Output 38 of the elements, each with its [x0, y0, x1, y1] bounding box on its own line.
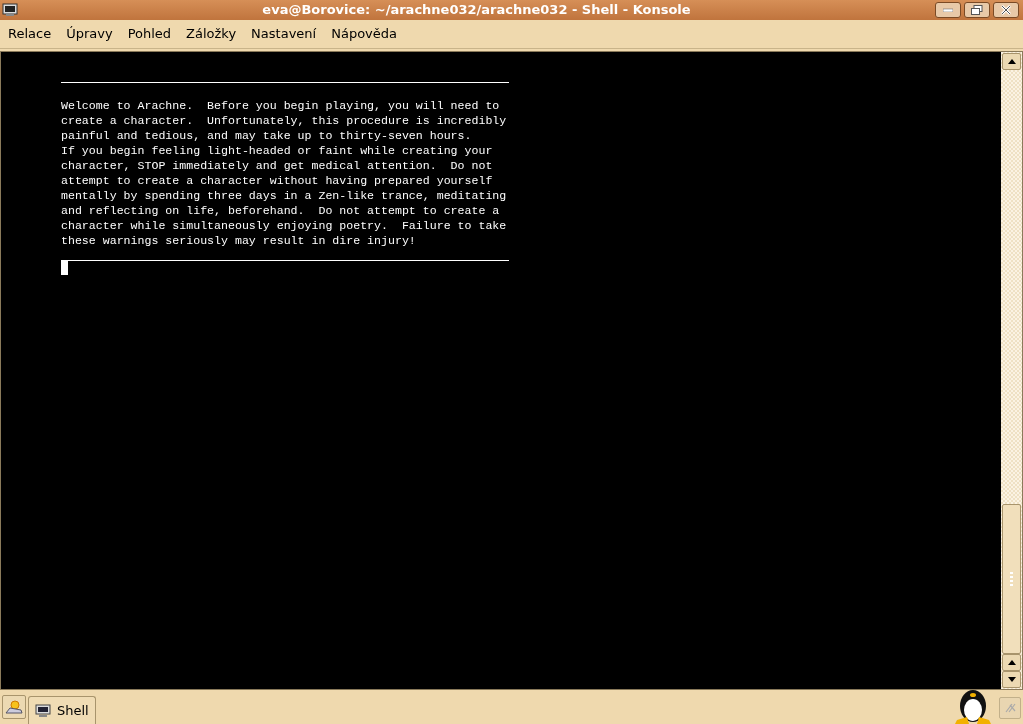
terminal-line: these warnings seriously may result in dire injury! [61, 233, 417, 248]
up-arrow-icon [1007, 59, 1016, 64]
grip-icon [1010, 572, 1013, 586]
terminal-line: attempt to create a character without having prepared yourself [61, 173, 494, 188]
terminal-line: character, STOP immediately and get medical attention. Do not [61, 158, 494, 173]
sun-icon [5, 699, 23, 715]
close-button[interactable] [993, 2, 1019, 18]
session-tab[interactable]: Shell [28, 696, 96, 724]
close-tab-icon [1004, 703, 1016, 713]
menu-item[interactable]: Relace [2, 23, 58, 45]
terminal-line: character while simultaneously enjoying poetry. Failure to take [61, 218, 508, 233]
new-session-button[interactable] [2, 695, 26, 719]
terminal-line: Welcome to Arachne. Before you begin playing, you will need to [61, 98, 501, 113]
menu-item[interactable]: Pohled [121, 23, 178, 45]
menu-item[interactable]: Úpravy [60, 23, 119, 45]
close-icon [1001, 5, 1011, 15]
up-arrow-icon [1007, 660, 1016, 665]
scrollbar-thumb[interactable] [1002, 504, 1021, 654]
terminal-line: create a character. Unfortunately, this procedure is incredibly [61, 113, 508, 128]
terminal-line: painful and tedious, and may take up to thirty-seven hours. [61, 128, 473, 143]
cursor [61, 260, 68, 275]
menu-item[interactable]: Nastavení [245, 23, 323, 45]
maximize-button[interactable] [964, 2, 990, 18]
menu-item[interactable]: Nápověda [325, 23, 403, 45]
scroll-down-button[interactable] [1002, 671, 1021, 688]
minimize-icon [943, 8, 953, 12]
scroll-up-button[interactable] [1002, 53, 1021, 70]
maximize-icon [971, 5, 983, 15]
menu-item[interactable]: Záložky [180, 23, 243, 45]
scroll-up-button[interactable] [1002, 654, 1021, 671]
terminal-line: mentally by spending three days in a Zen-like trance, meditating [61, 188, 508, 203]
down-arrow-icon [1007, 677, 1016, 682]
terminal-line: If you begin feeling light-headed or faint while creating your [61, 143, 494, 158]
window-title: eva@Borovice: ~/arachne032/arachne032 - Shell - Konsole [262, 1, 691, 20]
terminal-icon[interactable] [2, 3, 18, 17]
minimize-button[interactable] [935, 2, 961, 18]
terminal-line: and reflecting on life, beforehand. Do not attempt to create a [61, 203, 501, 218]
monitor-icon [35, 703, 51, 718]
